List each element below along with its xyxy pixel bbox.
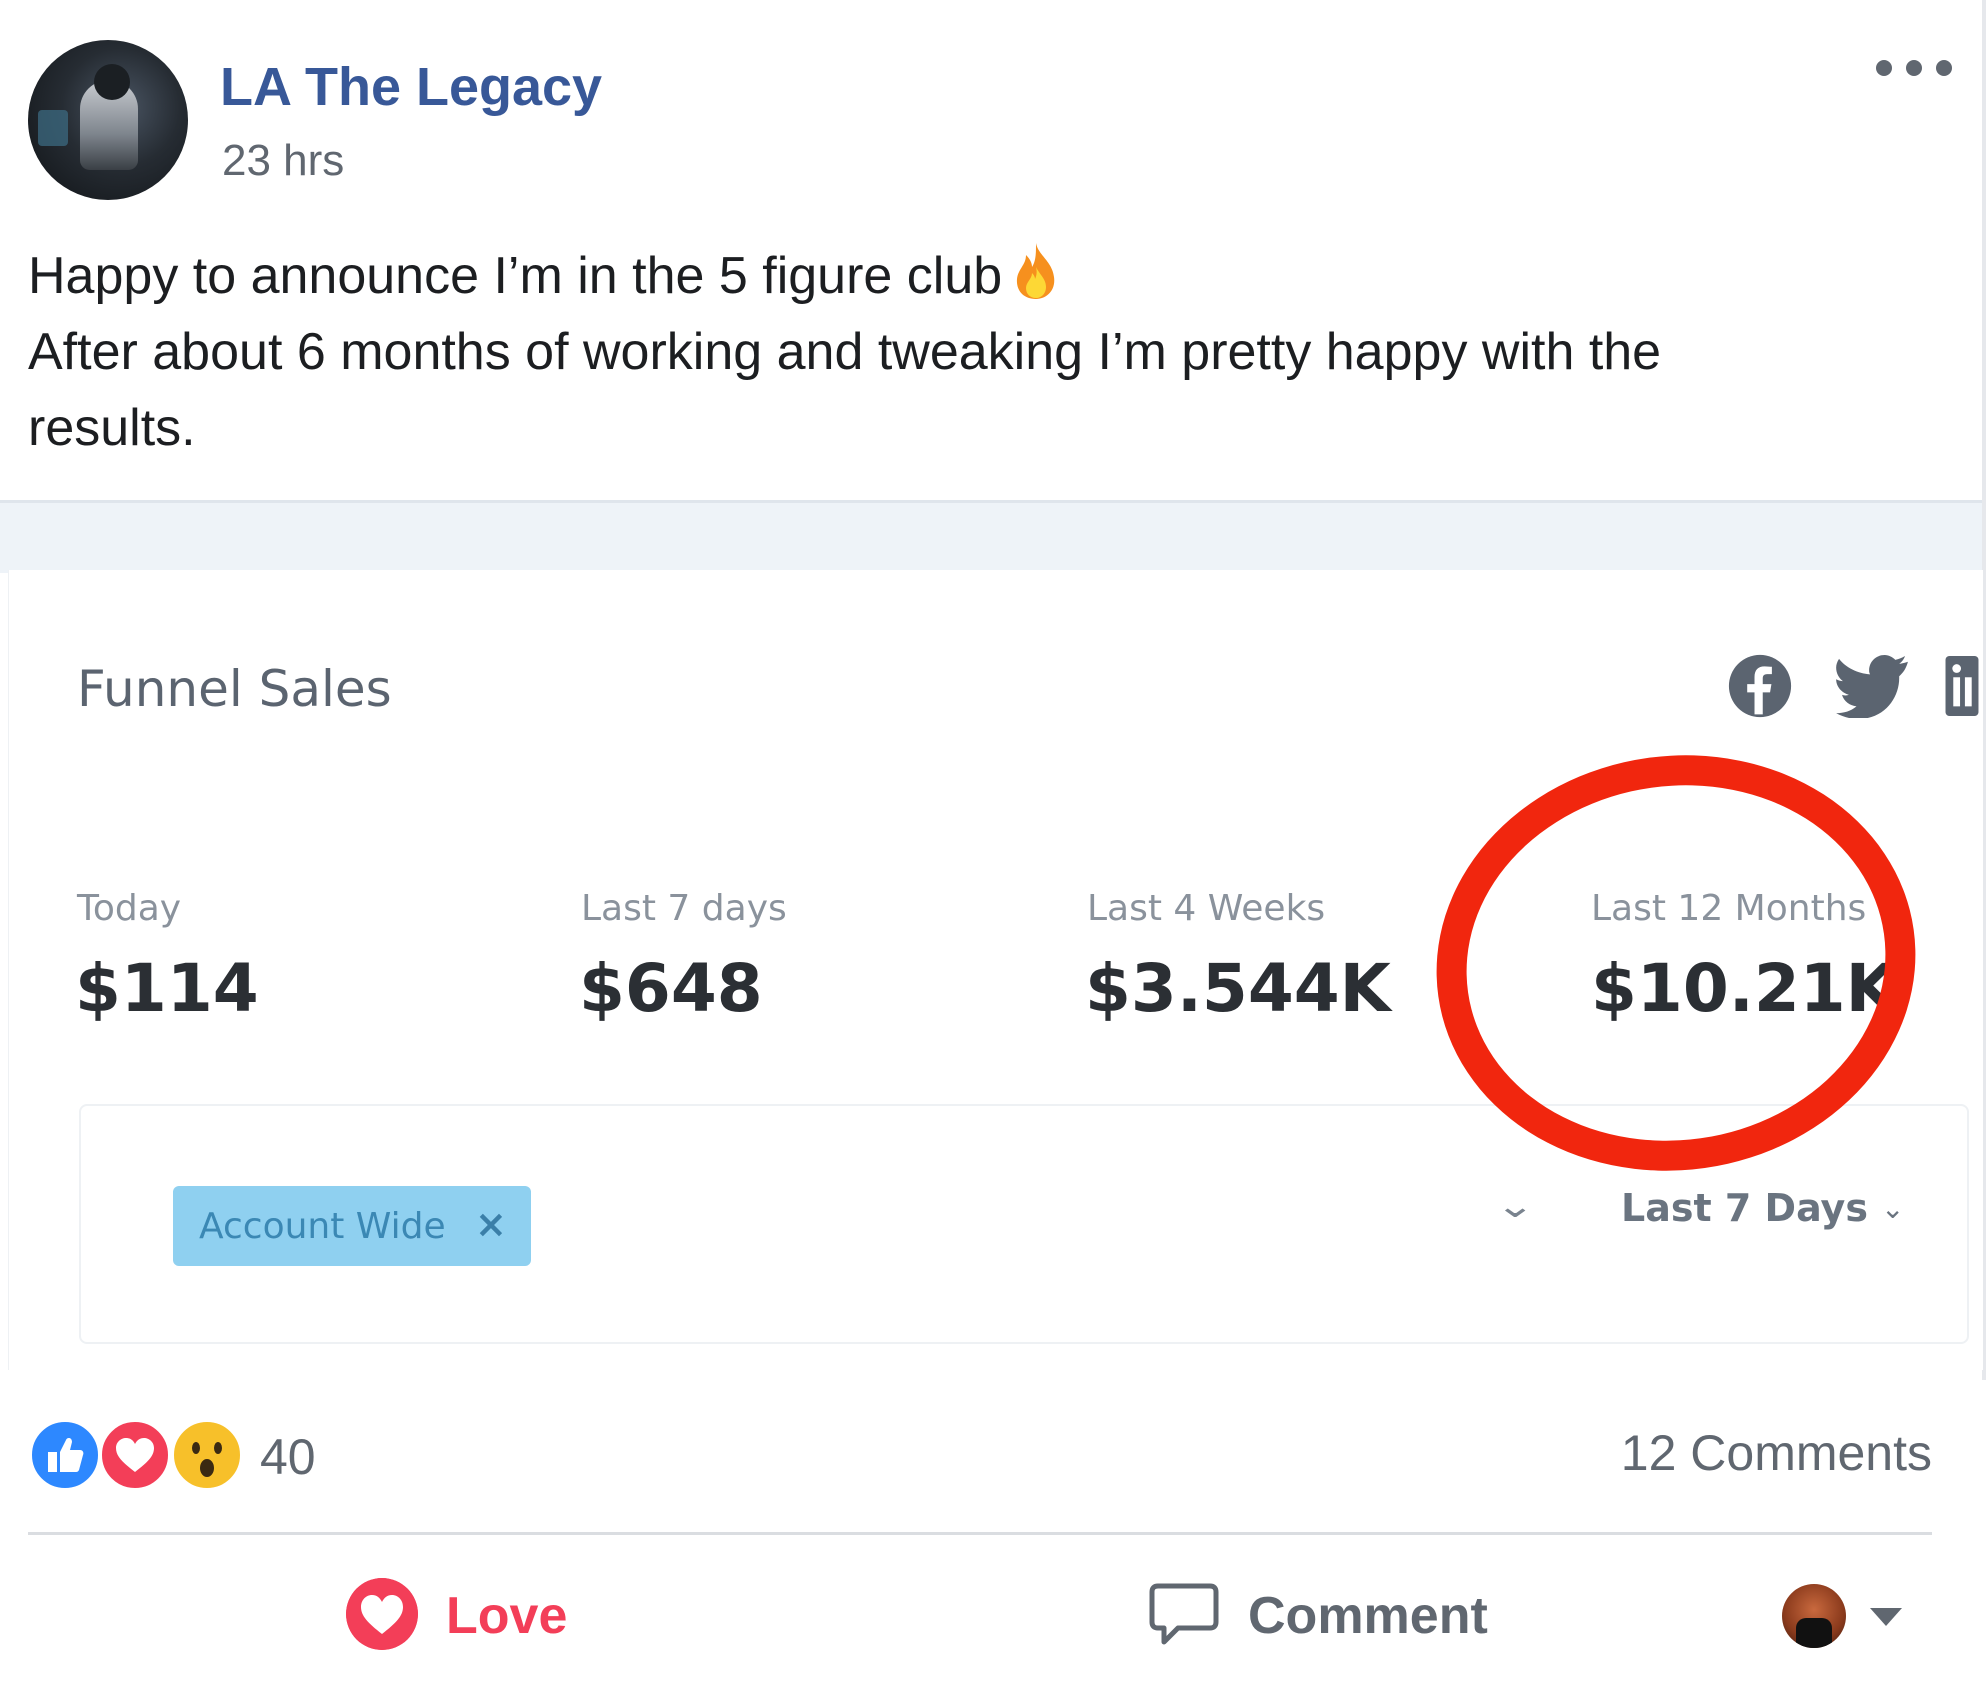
twitter-icon [1836,654,1908,718]
reaction-count[interactable]: 40 [260,1428,316,1486]
linkedin-icon [1945,655,1979,717]
more-options-icon[interactable] [1876,56,1952,80]
caret-down-icon [1870,1608,1902,1626]
stat-label-today: Today [77,888,182,929]
user-avatar [1782,1584,1846,1648]
post-text-line: results. [28,399,196,457]
divider [28,1532,1932,1535]
chip-label: Account Wide [199,1206,446,1247]
stat-value-7-days: $648 [579,950,763,1027]
wow-icon [170,1418,244,1492]
post-text: Happy to announce I’m in the 5 figure cl… [28,238,1948,466]
reaction-profile-selector[interactable] [1782,1578,1902,1658]
chevron-down-icon[interactable]: ⌄ [1881,1192,1904,1225]
chevron-down-icon[interactable]: ⌄ [1495,1186,1535,1226]
stat-value-4-weeks: $3.544K [1085,950,1391,1027]
stat-label-7-days: Last 7 days [581,888,787,929]
attached-image-top [0,500,1982,573]
funnel-title: Funnel Sales [77,660,392,718]
account-wide-chip[interactable]: Account Wide × [173,1186,531,1266]
facebook-icon [1728,654,1792,718]
love-reaction-icon [346,1578,418,1650]
post-text-line: After about 6 months of working and twea… [28,323,1662,381]
author-name[interactable]: LA The Legacy [220,56,602,118]
fire-emoji-icon [1017,243,1055,299]
post-timestamp[interactable]: 23 hrs [222,136,344,186]
post-text-line: Happy to announce I’m in the 5 figure cl… [28,238,1948,314]
chip-close-icon[interactable]: × [475,1202,507,1246]
like-icon [28,1418,102,1492]
author-avatar[interactable] [28,40,188,200]
love-icon [98,1418,172,1492]
stat-label-4-weeks: Last 4 Weeks [1087,888,1326,929]
comment-label: Comment [1248,1587,1488,1645]
comment-icon [1149,1583,1219,1645]
stat-value-today: $114 [75,950,259,1027]
comments-count[interactable]: 12 Comments [1621,1424,1932,1482]
facebook-post: LA The Legacy 23 hrs Happy to announce I… [0,0,1986,1690]
love-label: Love [446,1587,568,1645]
date-range-select[interactable]: Last 7 Days [1621,1186,1868,1230]
